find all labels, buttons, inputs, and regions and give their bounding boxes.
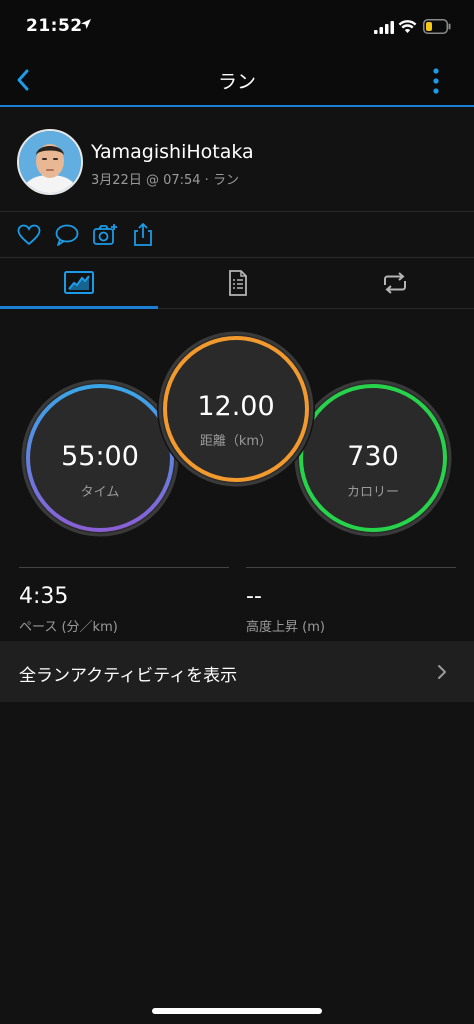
cellular-signal-icon (374, 21, 394, 34)
ring-calories: 730 カロリー (294, 379, 452, 537)
nav-bar: ラン (0, 56, 474, 107)
ring-distance: 12.00 距離（km） (156, 329, 316, 489)
view-all-activities-row[interactable]: 全ランアクティビティを表示 (0, 641, 474, 702)
distance-value: 12.00 (197, 391, 275, 422)
user-avatar[interactable] (17, 129, 83, 195)
chart-summary-icon (64, 271, 94, 294)
share-icon[interactable] (130, 222, 156, 248)
laps-repeat-icon (384, 272, 406, 294)
camera-add-icon[interactable] (92, 222, 118, 248)
stat-pace: 4:35 ペース (分／km) (19, 567, 229, 638)
tab-laps[interactable] (316, 258, 474, 308)
distance-label: 距離（km） (199, 434, 273, 449)
home-indicator[interactable] (152, 1008, 322, 1014)
chevron-right-icon (438, 665, 446, 679)
more-options-button[interactable] (426, 66, 446, 96)
wifi-icon (398, 20, 417, 33)
calories-value: 730 (347, 441, 399, 472)
document-list-icon (229, 270, 247, 296)
activity-meta: 3月22日 @ 07:54 · ラン (91, 173, 239, 188)
profile-header: YamagishiHotaka 3月22日 @ 07:54 · ラン (0, 107, 474, 212)
user-name[interactable]: YamagishiHotaka (91, 141, 254, 163)
elevation-label: 高度上昇 (m) (246, 620, 325, 635)
battery-low-icon (423, 19, 451, 34)
activity-detail-screen: 21:52 ラン YamagishiHotaka 3月22日 @ 07:54 ·… (0, 0, 474, 1024)
calories-label: カロリー (346, 485, 399, 500)
stat-elevation: -- 高度上昇 (m) (246, 567, 456, 638)
action-row (0, 212, 474, 258)
tab-active-indicator (0, 306, 158, 309)
elevation-value: -- (246, 584, 262, 609)
heart-icon[interactable] (16, 222, 42, 248)
avatar-portrait-icon (19, 131, 81, 193)
location-arrow-icon (81, 19, 91, 29)
status-bar: 21:52 (0, 0, 474, 56)
pace-value: 4:35 (19, 584, 69, 609)
comment-icon[interactable] (54, 222, 80, 248)
pace-label: ペース (分／km) (19, 620, 118, 635)
page-title: ラン (217, 71, 256, 93)
tab-details[interactable] (158, 258, 316, 308)
status-time: 21:52 (26, 16, 83, 36)
view-all-activities-label: 全ランアクティビティを表示 (19, 666, 238, 686)
tab-summary[interactable] (0, 258, 158, 309)
tab-bar (0, 258, 474, 309)
